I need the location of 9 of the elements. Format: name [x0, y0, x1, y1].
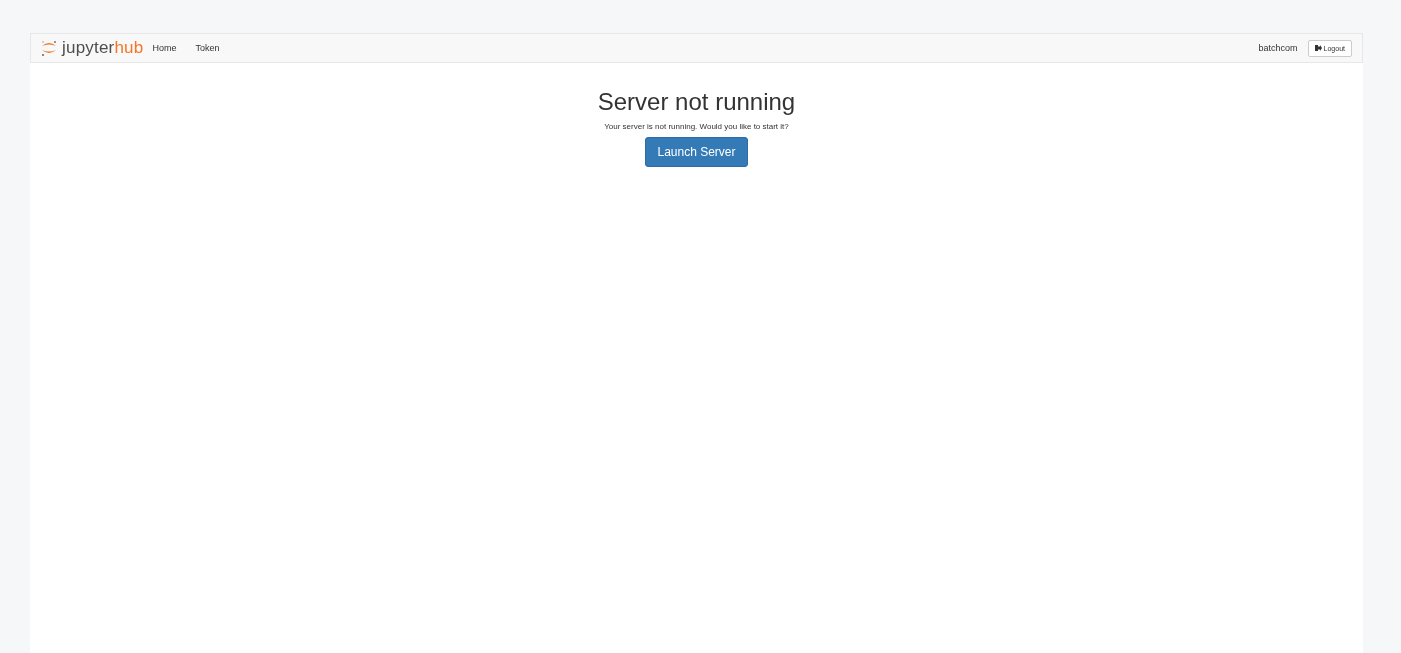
nav-link[interactable]: Home	[152, 43, 177, 53]
logo-icon	[40, 39, 58, 57]
sign-out-icon	[1314, 45, 1322, 51]
username: batchcom	[1258, 43, 1298, 53]
page-title: Server not running	[597, 88, 796, 116]
logo-text[interactable]: jupyterhub	[62, 38, 144, 58]
status-message: Your server is not running. Would you like to start it?	[604, 122, 789, 131]
launch-server-button[interactable]: Launch Server	[645, 137, 748, 167]
nav-link[interactable]: Token	[195, 43, 220, 53]
